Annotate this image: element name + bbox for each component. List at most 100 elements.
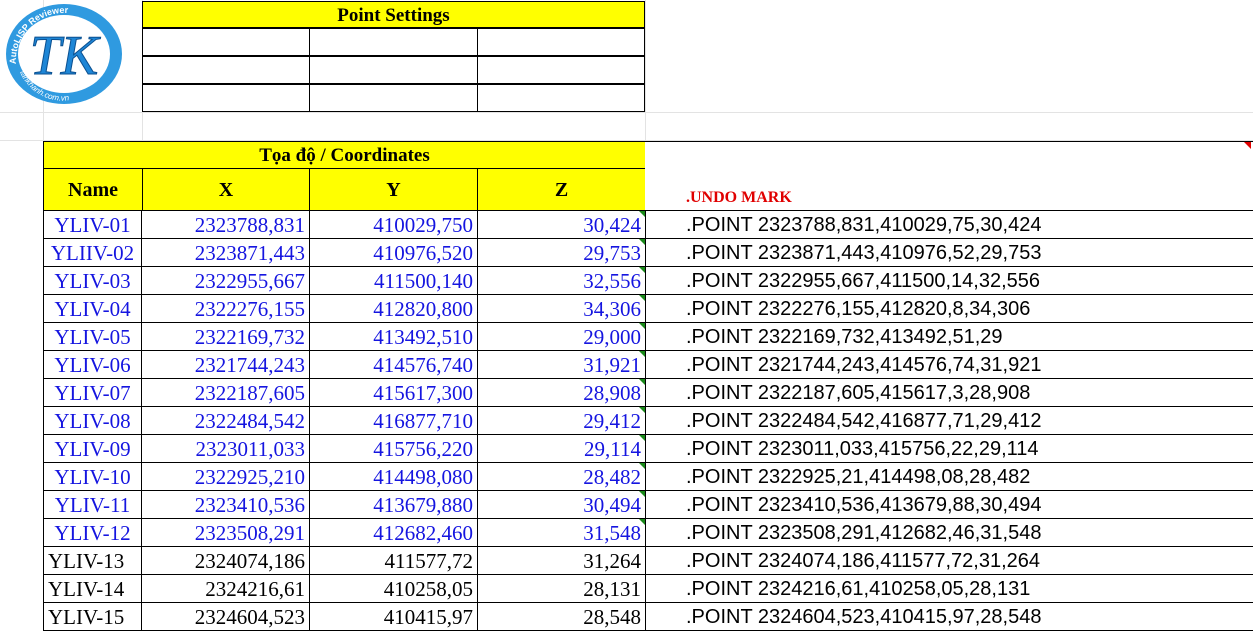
settings-cell[interactable] bbox=[477, 84, 645, 112]
column-header-x[interactable]: X bbox=[142, 168, 310, 211]
cell-y[interactable]: 413492,510 bbox=[310, 323, 478, 351]
cell-x[interactable]: 2322925,210 bbox=[142, 463, 310, 491]
table-row: YLIV-12 2323508,291 412682,460 31,548 .POINT… bbox=[43, 519, 1253, 547]
column-header-name[interactable]: Name bbox=[43, 168, 143, 211]
cell-y[interactable]: 410976,520 bbox=[310, 239, 478, 267]
cell-command[interactable]: .POINT 2323410,536,413679,88,30,494 bbox=[646, 491, 1253, 519]
cell-x[interactable]: 2323011,033 bbox=[142, 435, 310, 463]
cell-name[interactable]: YLIV-15 bbox=[43, 603, 142, 631]
cell-command[interactable]: .POINT 2322187,605,415617,3,28,908 bbox=[646, 379, 1253, 407]
cell-z[interactable]: 30,494 bbox=[478, 491, 646, 519]
table-row: YLIV-09 2323011,033 415756,220 29,114 .POINT… bbox=[43, 435, 1253, 463]
cell-z[interactable]: 28,482 bbox=[478, 463, 646, 491]
cell-z[interactable]: 29,412 bbox=[478, 407, 646, 435]
cell-z[interactable]: 28,548 bbox=[478, 603, 646, 631]
cell-y[interactable]: 411577,72 bbox=[310, 547, 478, 575]
cell-z[interactable]: 31,264 bbox=[478, 547, 646, 575]
cell-command[interactable]: .POINT 2323788,831,410029,75,30,424 bbox=[646, 211, 1253, 239]
cell-y[interactable]: 414576,740 bbox=[310, 351, 478, 379]
cell-command[interactable]: .POINT 2322925,21,414498,08,28,482 bbox=[646, 463, 1253, 491]
cell-command[interactable]: .POINT 2322484,542,416877,71,29,412 bbox=[646, 407, 1253, 435]
cell-x[interactable]: 2322187,605 bbox=[142, 379, 310, 407]
cell-y[interactable]: 412820,800 bbox=[310, 295, 478, 323]
settings-cell[interactable] bbox=[309, 28, 478, 56]
column-header-z[interactable]: Z bbox=[477, 168, 646, 211]
cell-name[interactable]: YLIV-10 bbox=[43, 463, 142, 491]
number-as-text-indicator-icon bbox=[639, 323, 645, 329]
cell-z[interactable]: 28,908 bbox=[478, 379, 646, 407]
cell-command[interactable]: .POINT 2323508,291,412682,46,31,548 bbox=[646, 519, 1253, 547]
cell-name[interactable]: YLIV-12 bbox=[43, 519, 142, 547]
settings-cell[interactable] bbox=[142, 84, 310, 112]
table-row: YLIV-05 2322169,732 413492,510 29,000 .POINT… bbox=[43, 323, 1253, 351]
cell-z[interactable]: 34,306 bbox=[478, 295, 646, 323]
cell-x[interactable]: 2323871,443 bbox=[142, 239, 310, 267]
cell-z[interactable]: 29,114 bbox=[478, 435, 646, 463]
table-row: YLIV-13 2324074,186 411577,72 31,264 .POINT … bbox=[43, 547, 1253, 575]
number-as-text-indicator-icon bbox=[639, 295, 645, 301]
cell-y[interactable]: 415617,300 bbox=[310, 379, 478, 407]
cell-z[interactable]: 32,556 bbox=[478, 267, 646, 295]
cell-x[interactable]: 2324604,523 bbox=[142, 603, 310, 631]
cell-command[interactable]: .POINT 2324216,61,410258,05,28,131 bbox=[646, 575, 1253, 603]
cell-name[interactable]: YLIV-04 bbox=[43, 295, 142, 323]
cell-y[interactable]: 413679,880 bbox=[310, 491, 478, 519]
cell-y[interactable]: 414498,080 bbox=[310, 463, 478, 491]
cell-name[interactable]: YLIV-06 bbox=[43, 351, 142, 379]
cell-z[interactable]: 31,548 bbox=[478, 519, 646, 547]
cell-y[interactable]: 410415,97 bbox=[310, 603, 478, 631]
cell-name[interactable]: YLIV-08 bbox=[43, 407, 142, 435]
settings-cell[interactable] bbox=[309, 84, 478, 112]
cell-name[interactable]: YLIV-03 bbox=[43, 267, 142, 295]
number-as-text-indicator-icon bbox=[639, 519, 645, 525]
cell-y[interactable]: 415756,220 bbox=[310, 435, 478, 463]
settings-cell[interactable] bbox=[477, 56, 645, 84]
cell-command[interactable]: .POINT 2322955,667,411500,14,32,556 bbox=[646, 267, 1253, 295]
cell-command[interactable]: .POINT 2323011,033,415756,22,29,114 bbox=[646, 435, 1253, 463]
cell-z[interactable]: 28,131 bbox=[478, 575, 646, 603]
cell-z[interactable]: 30,424 bbox=[478, 211, 646, 239]
cell-x[interactable]: 2323788,831 bbox=[142, 211, 310, 239]
settings-cell[interactable] bbox=[142, 28, 310, 56]
cell-name[interactable]: YLIIV-02 bbox=[43, 239, 142, 267]
table-row: YLIV-06 2321744,243 414576,740 31,921 .POINT… bbox=[43, 351, 1253, 379]
undo-mark-label: .UNDO MARK bbox=[686, 189, 792, 206]
column-header-y[interactable]: Y bbox=[309, 168, 478, 211]
cell-x[interactable]: 2323508,291 bbox=[142, 519, 310, 547]
cell-x[interactable]: 2324216,61 bbox=[142, 575, 310, 603]
cell-x[interactable]: 2322484,542 bbox=[142, 407, 310, 435]
cell-command[interactable]: .POINT 2321744,243,414576,74,31,921 bbox=[646, 351, 1253, 379]
cell-z[interactable]: 29,753 bbox=[478, 239, 646, 267]
cell-x[interactable]: 2321744,243 bbox=[142, 351, 310, 379]
number-as-text-indicator-icon bbox=[639, 407, 645, 413]
cell-command[interactable]: .POINT 2322169,732,413492,51,29 bbox=[646, 323, 1253, 351]
cell-y[interactable]: 416877,710 bbox=[310, 407, 478, 435]
cell-name[interactable]: YLIV-11 bbox=[43, 491, 142, 519]
cell-command[interactable]: .POINT 2323871,443,410976,52,29,753 bbox=[646, 239, 1253, 267]
settings-cell[interactable] bbox=[142, 56, 310, 84]
cell-z[interactable]: 29,000 bbox=[478, 323, 646, 351]
cell-y[interactable]: 412682,460 bbox=[310, 519, 478, 547]
cell-name[interactable]: YLIV-09 bbox=[43, 435, 142, 463]
cell-command[interactable]: .POINT 2324604,523,410415,97,28,548 bbox=[646, 603, 1253, 631]
cell-name[interactable]: YLIV-07 bbox=[43, 379, 142, 407]
cell-command[interactable]: .POINT 2322276,155,412820,8,34,306 bbox=[646, 295, 1253, 323]
cell-x[interactable]: 2322276,155 bbox=[142, 295, 310, 323]
cell-z[interactable]: 31,921 bbox=[478, 351, 646, 379]
cell-x[interactable]: 2323410,536 bbox=[142, 491, 310, 519]
settings-cell[interactable] bbox=[309, 56, 478, 84]
cell-name[interactable]: YLIV-14 bbox=[43, 575, 142, 603]
cell-name[interactable]: YLIV-13 bbox=[43, 547, 142, 575]
grid-line bbox=[0, 112, 1253, 113]
cell-y[interactable]: 410029,750 bbox=[310, 211, 478, 239]
cell-x[interactable]: 2322169,732 bbox=[142, 323, 310, 351]
cell-y[interactable]: 411500,140 bbox=[310, 267, 478, 295]
comment-indicator-icon[interactable] bbox=[1244, 142, 1251, 149]
cell-name[interactable]: YLIV-05 bbox=[43, 323, 142, 351]
settings-cell[interactable] bbox=[477, 28, 645, 56]
cell-command[interactable]: .POINT 2324074,186,411577,72,31,264 bbox=[646, 547, 1253, 575]
cell-y[interactable]: 410258,05 bbox=[310, 575, 478, 603]
cell-x[interactable]: 2322955,667 bbox=[142, 267, 310, 295]
cell-name[interactable]: YLIV-01 bbox=[43, 211, 142, 239]
cell-x[interactable]: 2324074,186 bbox=[142, 547, 310, 575]
